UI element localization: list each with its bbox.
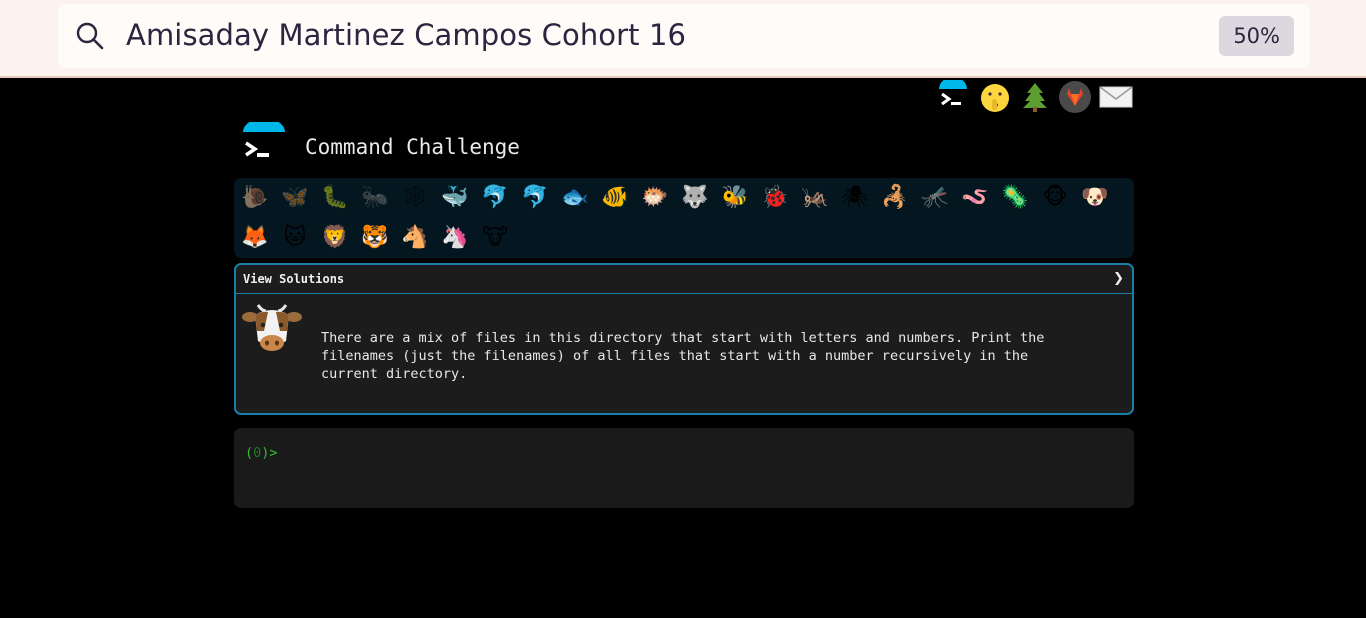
animal-level-icon[interactable]: 🦟 bbox=[920, 183, 950, 213]
animal-level-icon[interactable]: 🦊 bbox=[240, 223, 270, 253]
animal-level-icon[interactable]: 🦁 bbox=[320, 223, 350, 253]
animal-level-icon[interactable]: 🐠 bbox=[600, 183, 630, 213]
search-box[interactable]: Amisaday Martinez Campos Cohort 16 50% bbox=[58, 4, 1310, 68]
view-solutions-toggle[interactable]: View Solutions ❯ bbox=[236, 265, 1132, 294]
animal-level-icon[interactable]: 🦄 bbox=[440, 223, 470, 253]
animal-level-icon[interactable]: 🐬 bbox=[480, 183, 510, 213]
zoom-level-badge[interactable]: 50% bbox=[1219, 16, 1294, 56]
cow-avatar-icon bbox=[242, 304, 302, 351]
page-title[interactable]: Command Challenge bbox=[305, 135, 520, 159]
challenge-panel: View Solutions ❯ There are a mix of file… bbox=[234, 263, 1134, 415]
animal-level-icon[interactable]: 🐴 bbox=[400, 223, 430, 253]
animal-level-icon[interactable]: 🐡 bbox=[640, 183, 670, 213]
shushing-face-icon[interactable] bbox=[978, 80, 1012, 114]
animal-level-icon[interactable]: 🦋 bbox=[280, 183, 310, 213]
animal-level-icon[interactable]: 🐯 bbox=[360, 223, 390, 253]
evergreen-tree-icon[interactable] bbox=[1018, 80, 1052, 114]
animal-level-icon[interactable]: 🦗 bbox=[800, 183, 830, 213]
view-solutions-label[interactable]: View Solutions bbox=[243, 272, 344, 286]
animal-level-icon[interactable]: 🐜 bbox=[360, 183, 390, 213]
animal-level-icon[interactable]: 🕸 bbox=[400, 183, 430, 213]
animal-level-icon[interactable]: 🕷 bbox=[840, 183, 870, 213]
animal-level-icon[interactable]: 🐟 bbox=[560, 183, 590, 213]
chevron-right-icon[interactable]: ❯ bbox=[1113, 271, 1124, 286]
gitlab-icon[interactable] bbox=[1058, 80, 1092, 114]
challenge-progress-animals: 🐌 🦋 🐛 🐜 🕸 🐳 🐬 🐬 🐟 🐠 🐡 🐺 🐝 🐞 🦗 🕷 🦂 🦟 🪱 🦠 🐵 🐶 🦊 🐱 🦁 🐯 🐴 🦄 🐮 bbox=[234, 178, 1134, 258]
prompt-close: )> bbox=[261, 445, 278, 461]
animal-level-icon[interactable]: 🐺 bbox=[680, 183, 710, 213]
browser-search-bar: Amisaday Martinez Campos Cohort 16 50% bbox=[0, 0, 1366, 78]
animal-level-icon[interactable]: 🐮 bbox=[480, 223, 510, 253]
terminal-logo-icon[interactable] bbox=[936, 80, 970, 114]
animal-level-icon[interactable]: 🐌 bbox=[240, 183, 270, 213]
animal-level-icon[interactable]: 🐝 bbox=[720, 183, 750, 213]
animal-level-icon[interactable]: 🐳 bbox=[440, 183, 470, 213]
terminal-input-area[interactable]: (0)> bbox=[234, 428, 1134, 508]
terminal-prompt[interactable]: (0)> bbox=[245, 445, 278, 461]
search-icon[interactable] bbox=[75, 21, 105, 51]
animal-level-icon[interactable]: 🦠 bbox=[1000, 183, 1030, 213]
envelope-icon[interactable] bbox=[1098, 80, 1134, 114]
challenge-description: There are a mix of files in this directo… bbox=[321, 330, 1045, 382]
animal-level-icon[interactable]: 🐶 bbox=[1080, 183, 1110, 213]
animal-level-icon[interactable]: 🐬 bbox=[520, 183, 550, 213]
animal-level-icon[interactable]: 🐛 bbox=[320, 183, 350, 213]
animal-level-icon[interactable]: 🐵 bbox=[1040, 183, 1070, 213]
prompt-open: ( bbox=[245, 445, 254, 461]
command-challenge-logo-icon[interactable] bbox=[240, 122, 288, 166]
animal-level-icon[interactable]: 🐞 bbox=[760, 183, 790, 213]
animal-level-icon[interactable]: 🐱 bbox=[280, 223, 310, 253]
animal-level-icon[interactable]: 🦂 bbox=[880, 183, 910, 213]
search-query[interactable]: Amisaday Martinez Campos Cohort 16 bbox=[126, 18, 686, 52]
animal-level-icon[interactable]: 🪱 bbox=[960, 183, 990, 213]
